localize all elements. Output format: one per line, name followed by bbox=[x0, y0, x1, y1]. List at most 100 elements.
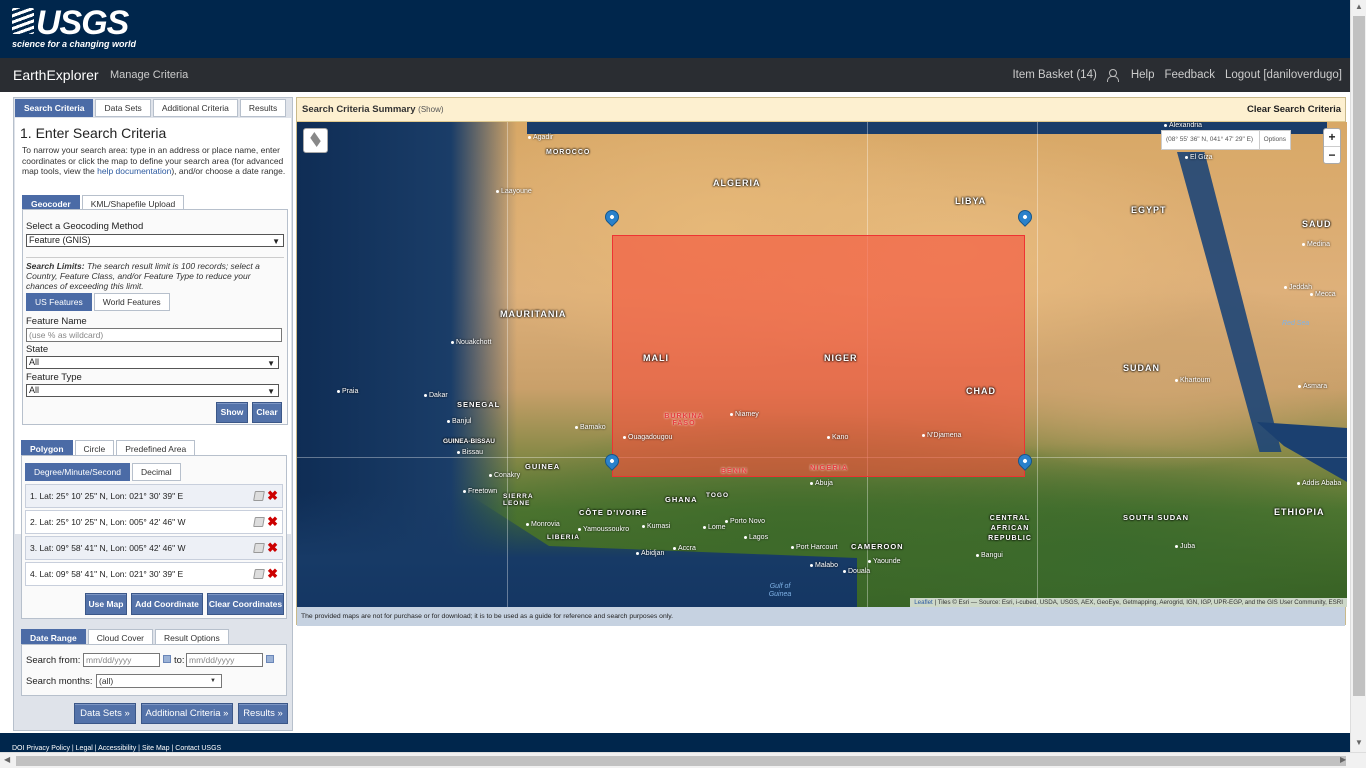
show-button[interactable]: Show bbox=[216, 402, 248, 423]
city-label: Bangui bbox=[976, 552, 1003, 559]
intro-text: To narrow your search area: type in an a… bbox=[22, 145, 286, 176]
vertical-scrollbar[interactable]: ▲ ▼ bbox=[1350, 0, 1366, 752]
data-sets-button[interactable]: Data Sets » bbox=[74, 703, 136, 724]
tab-world-features[interactable]: World Features bbox=[93, 293, 170, 311]
country-label: CAMEROON bbox=[851, 542, 904, 551]
scroll-down-icon[interactable]: ▼ bbox=[1355, 738, 1363, 747]
leaflet-link[interactable]: Leaflet bbox=[914, 599, 933, 606]
city-label: Accra bbox=[673, 545, 696, 552]
map-disclaimer: The provided maps are not for purchase o… bbox=[297, 607, 1345, 626]
map-options-button[interactable]: Options bbox=[1258, 131, 1290, 149]
delete-icon[interactable]: ✖ bbox=[267, 511, 278, 533]
map-canvas[interactable]: MOROCCO ALGERIA LIBYA EGYPT SAUD MAURITA… bbox=[297, 122, 1347, 607]
map-marker-icon[interactable] bbox=[1015, 207, 1035, 227]
country-label: NIGER bbox=[824, 353, 858, 363]
manage-criteria-link[interactable]: Manage Criteria bbox=[110, 69, 188, 81]
city-label: Lome bbox=[703, 524, 726, 531]
country-label: CÔTE D'IVOIRE bbox=[579, 508, 648, 517]
coordinate-row[interactable]: 4. Lat: 09° 58' 41" N, Lon: 021° 30' 39"… bbox=[25, 562, 283, 586]
map-marker-icon[interactable] bbox=[602, 207, 622, 227]
app-nav-bar: EarthExplorer Manage Criteria Item Baske… bbox=[0, 58, 1350, 92]
geocoding-method-select[interactable]: Feature (GNIS) ▼ bbox=[26, 234, 284, 247]
city-label: Kumasi bbox=[642, 523, 670, 530]
red-sea-water bbox=[1177, 152, 1282, 452]
scroll-up-icon[interactable]: ▲ bbox=[1355, 2, 1363, 11]
usgs-header-bar: USGS science for a changing world bbox=[0, 0, 1350, 58]
search-to-input[interactable]: mm/dd/yyyy bbox=[186, 653, 263, 667]
zoom-out-button[interactable]: − bbox=[1324, 146, 1340, 163]
country-label: SOUTH SUDAN bbox=[1123, 513, 1190, 522]
clear-button[interactable]: Clear bbox=[252, 402, 282, 423]
app-title[interactable]: EarthExplorer bbox=[13, 67, 99, 83]
scroll-left-icon[interactable]: ◀ bbox=[4, 755, 10, 764]
country-label: MOROCCO bbox=[546, 149, 591, 156]
results-button[interactable]: Results » bbox=[238, 703, 288, 724]
tab-results[interactable]: Results bbox=[239, 99, 287, 117]
state-select[interactable]: All ▼ bbox=[26, 356, 279, 369]
help-link[interactable]: Help bbox=[1131, 69, 1155, 81]
summary-show-link[interactable]: (Show) bbox=[418, 105, 443, 114]
geocoding-method-label: Select a Geocoding Method bbox=[26, 221, 144, 232]
usgs-logo[interactable]: USGS science for a changing world bbox=[12, 6, 136, 49]
search-from-input[interactable]: mm/dd/yyyy bbox=[83, 653, 160, 667]
tab-data-sets[interactable]: Data Sets bbox=[95, 99, 151, 117]
clear-coordinates-button[interactable]: Clear Coordinates bbox=[207, 593, 284, 615]
feature-name-input[interactable]: (use % as wildcard) bbox=[26, 328, 282, 342]
calendar-icon[interactable] bbox=[163, 655, 171, 663]
search-months-select[interactable]: (all) ▼ bbox=[96, 674, 222, 688]
layers-icon[interactable] bbox=[303, 128, 328, 153]
country-label: ETHIOPIA bbox=[1274, 507, 1325, 517]
tab-us-features[interactable]: US Features bbox=[26, 293, 92, 311]
country-label: LIBYA bbox=[955, 196, 987, 206]
scrollbar-thumb[interactable] bbox=[1353, 16, 1365, 696]
city-label: Abuja bbox=[810, 480, 833, 487]
scroll-right-icon[interactable]: ▶ bbox=[1340, 755, 1346, 764]
calendar-icon[interactable] bbox=[266, 655, 274, 663]
map-container: Search Criteria Summary (Show) Clear Sea… bbox=[296, 97, 1347, 626]
edit-icon[interactable] bbox=[253, 491, 265, 501]
tab-additional-criteria[interactable]: Additional Criteria bbox=[152, 99, 238, 117]
additional-criteria-button[interactable]: Additional Criteria » bbox=[141, 703, 233, 724]
city-label: Monrovia bbox=[526, 521, 560, 528]
country-label: TOGO bbox=[706, 492, 730, 499]
edit-icon[interactable] bbox=[253, 517, 265, 527]
tab-decimal[interactable]: Decimal bbox=[131, 463, 181, 481]
edit-icon[interactable] bbox=[253, 543, 265, 553]
delete-icon[interactable]: ✖ bbox=[267, 563, 278, 585]
coordinate-row[interactable]: 1. Lat: 25° 10' 25" N, Lon: 021° 30' 39"… bbox=[25, 484, 283, 508]
feature-type-select[interactable]: All ▼ bbox=[26, 384, 279, 397]
city-label: Alexandria bbox=[1164, 122, 1202, 129]
feedback-link[interactable]: Feedback bbox=[1164, 69, 1215, 81]
scrollbar-thumb[interactable] bbox=[16, 756, 1346, 766]
logout-link[interactable]: Logout [daniloverdugo] bbox=[1225, 69, 1342, 81]
country-label: GHANA bbox=[665, 495, 698, 504]
country-label: EGYPT bbox=[1131, 205, 1167, 215]
zoom-control: + − bbox=[1323, 128, 1341, 164]
user-settings-icon[interactable] bbox=[1106, 69, 1121, 82]
city-label: Kano bbox=[827, 434, 848, 441]
delete-icon[interactable]: ✖ bbox=[267, 537, 278, 559]
edit-icon[interactable] bbox=[253, 569, 265, 579]
tab-search-criteria[interactable]: Search Criteria bbox=[15, 99, 94, 117]
coordinate-row[interactable]: 2. Lat: 25° 10' 25" N, Lon: 005° 42' 46"… bbox=[25, 510, 283, 534]
delete-icon[interactable]: ✖ bbox=[267, 485, 278, 507]
chevron-down-icon: ▼ bbox=[267, 387, 275, 396]
use-map-button[interactable]: Use Map bbox=[85, 593, 127, 615]
help-documentation-link[interactable]: help documentation bbox=[97, 166, 171, 176]
zoom-in-button[interactable]: + bbox=[1324, 129, 1340, 146]
coordinate-readout: (08° 55' 36" N, 041° 47' 29" E) Options bbox=[1161, 130, 1291, 150]
city-label: Asmara bbox=[1298, 383, 1327, 390]
country-label: SIERRA LEONE bbox=[503, 493, 534, 507]
horizontal-scrollbar[interactable]: ◀ ▶ bbox=[0, 752, 1366, 768]
add-coordinate-button[interactable]: Add Coordinate bbox=[131, 593, 203, 615]
item-basket-link[interactable]: Item Basket (14) bbox=[1012, 69, 1096, 81]
sea-label: Gulf of Guinea bbox=[768, 583, 792, 598]
coordinate-row[interactable]: 3. Lat: 09° 58' 41" N, Lon: 005° 42' 46"… bbox=[25, 536, 283, 560]
area-of-interest-polygon[interactable] bbox=[612, 235, 1025, 477]
city-label: Medina bbox=[1302, 241, 1330, 248]
city-label: Bamako bbox=[575, 424, 606, 431]
tab-dms[interactable]: Degree/Minute/Second bbox=[25, 463, 130, 481]
clear-search-criteria-link[interactable]: Clear Search Criteria bbox=[1247, 104, 1341, 115]
footer-links[interactable]: DOI Privacy Policy | Legal | Accessibili… bbox=[12, 745, 221, 752]
footer: DOI Privacy Policy | Legal | Accessibili… bbox=[0, 733, 1350, 753]
